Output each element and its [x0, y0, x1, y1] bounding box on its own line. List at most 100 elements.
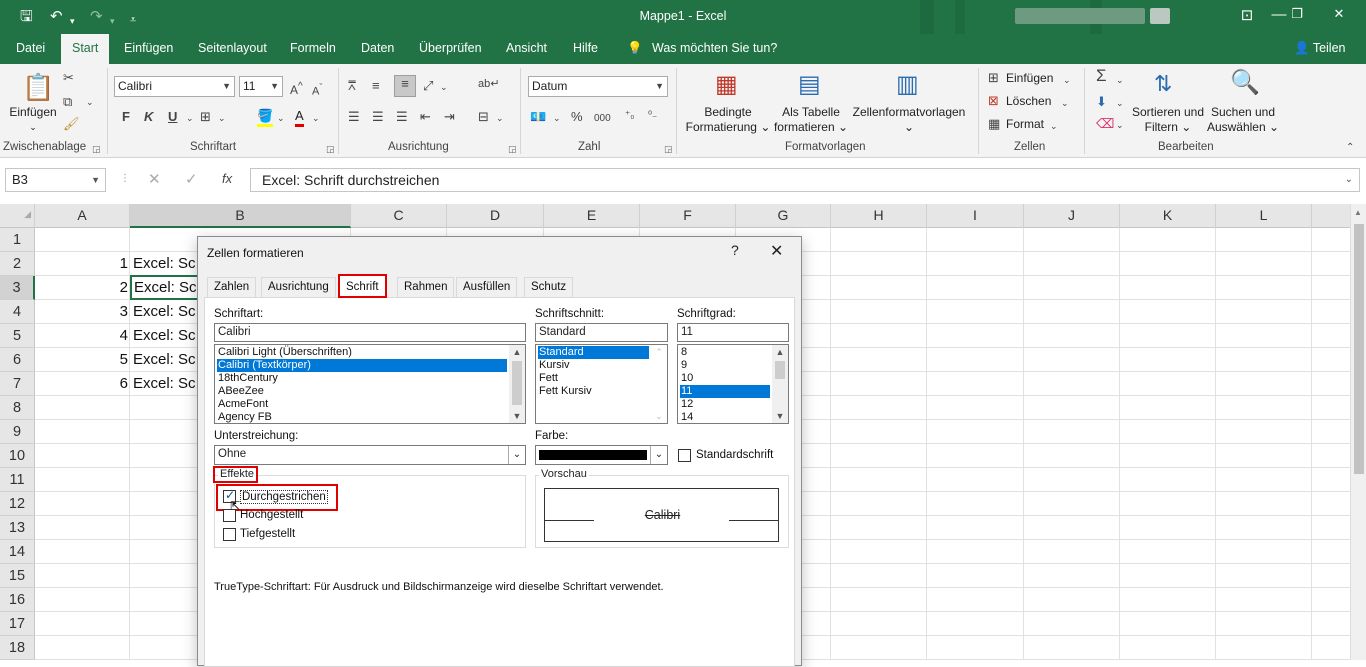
- list-item[interactable]: ABeeZee: [217, 385, 264, 398]
- tab-einfuegen[interactable]: Einfügen: [113, 34, 184, 64]
- list-item[interactable]: 12: [680, 398, 693, 411]
- shrink-font-icon[interactable]: Aˇ: [312, 79, 322, 100]
- row-header[interactable]: 9: [0, 420, 35, 444]
- column-header[interactable]: A: [35, 204, 130, 228]
- dialog-tab-ausfuellen[interactable]: Ausfüllen: [456, 277, 518, 297]
- font-input[interactable]: Calibri: [214, 323, 526, 342]
- cancel-entry-icon[interactable]: ✕: [148, 170, 161, 188]
- cut-icon[interactable]: ✂: [63, 70, 74, 86]
- font-name-combo[interactable]: Calibri ▼: [114, 76, 235, 97]
- row-header[interactable]: 3: [0, 276, 35, 300]
- cell-a5[interactable]: 4: [36, 324, 128, 348]
- currency-icon[interactable]: 💶: [530, 109, 546, 125]
- align-middle-icon[interactable]: ≡: [372, 78, 380, 94]
- merge-cells-icon[interactable]: ⊟: [478, 109, 489, 125]
- paste-button[interactable]: Einfügen: [8, 105, 58, 120]
- list-item[interactable]: Agency FB: [217, 411, 272, 423]
- fill-dropdown-icon[interactable]: ⌄: [277, 110, 285, 126]
- font-size-combo[interactable]: 11 ▼: [239, 76, 283, 97]
- thousands-separator-button[interactable]: 000: [594, 111, 611, 127]
- list-item-selected[interactable]: Calibri (Textkörper): [217, 359, 507, 372]
- column-header[interactable]: J: [1024, 204, 1120, 228]
- font-list[interactable]: Calibri Light (Überschriften) Calibri (T…: [214, 344, 526, 424]
- help-button[interactable]: ?: [731, 242, 739, 258]
- align-center-icon[interactable]: ☰: [372, 109, 384, 125]
- share-button[interactable]: 👤 Teilen: [1283, 34, 1357, 64]
- formula-input[interactable]: Excel: Schrift durchstreichen ⌄: [250, 168, 1360, 192]
- scroll-thumb[interactable]: [512, 361, 522, 405]
- clipboard-launcher-icon[interactable]: ◲: [92, 144, 101, 155]
- align-left-icon[interactable]: ☰: [348, 109, 360, 125]
- cell-b2[interactable]: Excel: Sc: [133, 252, 197, 276]
- list-item[interactable]: Kursiv: [538, 359, 570, 372]
- account-avatar[interactable]: [1150, 8, 1170, 24]
- delete-cells-icon[interactable]: ⊠: [988, 93, 999, 109]
- borders-icon[interactable]: ⊞: [200, 109, 211, 125]
- cell-a2[interactable]: 1: [36, 252, 128, 276]
- decrease-indent-icon[interactable]: ⇤: [420, 109, 431, 125]
- underline-dropdown-icon[interactable]: ⌄: [186, 110, 194, 126]
- list-item[interactable]: AcmeFont: [217, 398, 268, 411]
- insert-dropdown-icon[interactable]: ⌄: [1063, 72, 1071, 88]
- font-style-scrollbar[interactable]: ⌃ ⌄: [651, 345, 667, 423]
- copy-dropdown-icon[interactable]: ⌄: [86, 94, 94, 110]
- column-header[interactable]: K: [1120, 204, 1216, 228]
- cell-styles-icon[interactable]: ▥: [896, 70, 919, 100]
- wrap-text-icon[interactable]: ab↵: [478, 76, 499, 92]
- font-launcher-icon[interactable]: ◲: [326, 144, 335, 155]
- tab-ansicht[interactable]: Ansicht: [495, 34, 558, 64]
- column-header[interactable]: D: [447, 204, 544, 228]
- row-header[interactable]: 14: [0, 540, 35, 564]
- list-item[interactable]: 10: [680, 372, 693, 385]
- list-item[interactable]: 14: [680, 411, 693, 423]
- row-header[interactable]: 6: [0, 348, 35, 372]
- list-item-selected[interactable]: Standard: [538, 346, 649, 359]
- font-style-list[interactable]: Standard Kursiv Fett Fett Kursiv ⌃ ⌄: [535, 344, 668, 424]
- font-style-input[interactable]: Standard: [535, 323, 668, 342]
- row-header[interactable]: 12: [0, 492, 35, 516]
- insert-cells-icon[interactable]: ⊞: [988, 70, 999, 86]
- row-header[interactable]: 18: [0, 636, 35, 660]
- column-header[interactable]: E: [544, 204, 640, 228]
- cell-b5[interactable]: Excel: Sc: [133, 324, 197, 348]
- increase-indent-icon[interactable]: ⇥: [444, 109, 455, 125]
- column-header[interactable]: B: [130, 204, 351, 228]
- clear-dropdown-icon[interactable]: ⌄: [1116, 117, 1124, 133]
- underline-select[interactable]: Ohne ⌄: [214, 445, 526, 465]
- percent-button[interactable]: %: [571, 109, 583, 125]
- row-header[interactable]: 11: [0, 468, 35, 492]
- tab-formeln[interactable]: Formeln: [279, 34, 347, 64]
- currency-dropdown-icon[interactable]: ⌄: [553, 110, 561, 126]
- underline-button[interactable]: U: [168, 109, 177, 125]
- clear-icon[interactable]: ⌫: [1096, 116, 1114, 132]
- scroll-down-icon[interactable]: ⌄: [651, 409, 667, 423]
- insert-function-icon[interactable]: fx: [222, 171, 232, 186]
- dialog-tab-rahmen[interactable]: Rahmen: [397, 277, 455, 297]
- account-name[interactable]: [1015, 8, 1145, 24]
- scroll-up-icon[interactable]: ▲: [772, 345, 788, 359]
- row-header[interactable]: 16: [0, 588, 35, 612]
- merge-dropdown-icon[interactable]: ⌄: [496, 110, 504, 126]
- italic-button[interactable]: K: [144, 109, 153, 125]
- cell-b6[interactable]: Excel: Sc: [133, 348, 197, 372]
- format-as-table-icon[interactable]: ▤: [798, 70, 821, 100]
- color-select[interactable]: ⌄: [535, 445, 668, 465]
- cell-a4[interactable]: 3: [36, 300, 128, 324]
- row-header[interactable]: 13: [0, 516, 35, 540]
- close-button[interactable]: ✕: [1324, 6, 1354, 22]
- tell-me-search[interactable]: Was möchten Sie tun?: [641, 34, 788, 64]
- column-header[interactable]: G: [736, 204, 831, 228]
- column-header[interactable]: C: [351, 204, 447, 228]
- conditional-formatting-button[interactable]: Bedingte Formatierung ⌄: [682, 105, 774, 135]
- cell-a7[interactable]: 6: [36, 372, 128, 396]
- scroll-thumb[interactable]: [1354, 224, 1364, 474]
- align-top-icon[interactable]: ⩞: [348, 78, 356, 94]
- scroll-down-icon[interactable]: ▼: [772, 409, 788, 423]
- fill-dropdown-icon[interactable]: ⌄: [1116, 95, 1124, 111]
- format-painter-icon[interactable]: 🖌: [63, 116, 80, 132]
- select-all-corner[interactable]: ◢: [0, 204, 35, 228]
- dialog-close-button[interactable]: ✕: [770, 241, 783, 261]
- find-select-button[interactable]: Suchen und Auswählen ⌄: [1206, 105, 1280, 135]
- cell-b4[interactable]: Excel: Sc: [133, 300, 197, 324]
- cell-b3-selected[interactable]: Excel: Sc: [130, 275, 198, 300]
